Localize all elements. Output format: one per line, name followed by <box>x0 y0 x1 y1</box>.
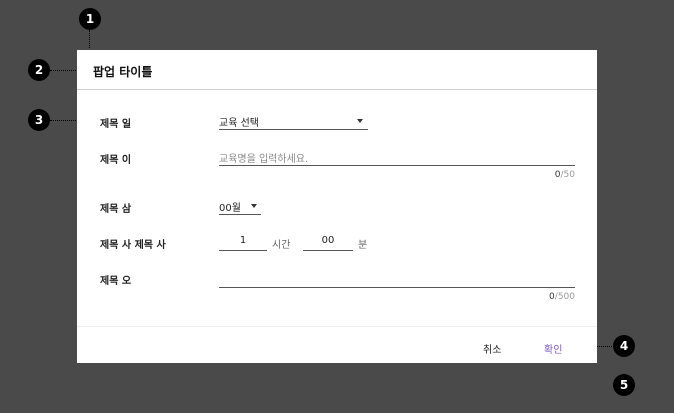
popup-title: 팝업 타이틀 <box>93 65 153 79</box>
chevron-down-icon <box>251 204 257 208</box>
popup-header: 팝업 타이틀 <box>77 50 597 90</box>
education-name-counter: 0/50 <box>517 170 575 180</box>
cancel-button[interactable]: 취소 <box>483 341 501 356</box>
annotation-marker-2: 2 <box>28 59 50 81</box>
field5-counter: 0/500 <box>507 292 575 302</box>
annotation-marker-3: 3 <box>28 109 50 131</box>
education-name-max: /50 <box>560 170 575 180</box>
annotation-marker-1: 1 <box>79 8 101 30</box>
chevron-down-icon <box>357 119 363 123</box>
minutes-value: 00 <box>321 235 335 246</box>
popup-dialog: 팝업 타이틀 제목 일 교육 선택 제목 이 교육명을 입력하세요. 0/50 … <box>77 50 597 363</box>
hours-input[interactable]: 1 <box>219 233 267 251</box>
minutes-input[interactable]: 00 <box>303 233 353 251</box>
field3-label: 제목 삼 <box>100 204 132 215</box>
field2-label: 제목 이 <box>100 155 132 166</box>
education-name-input[interactable]: 교육명을 입력하세요. <box>219 148 575 166</box>
field5-label: 제목 오 <box>100 276 132 287</box>
field5-textarea[interactable] <box>219 270 575 288</box>
education-name-placeholder: 교육명을 입력하세요. <box>219 154 309 165</box>
month-select[interactable]: 00월 <box>219 197 261 215</box>
hours-value: 1 <box>239 235 247 246</box>
minutes-unit: 분 <box>358 240 368 251</box>
annotation-marker-4: 4 <box>613 335 635 357</box>
annotation-line-1 <box>89 30 90 48</box>
field5-max: /500 <box>554 292 575 302</box>
education-select[interactable]: 교육 선택 <box>219 112 368 130</box>
education-select-value: 교육 선택 <box>219 118 259 129</box>
footer-divider <box>77 326 597 327</box>
annotation-marker-5: 5 <box>613 374 635 396</box>
confirm-button[interactable]: 확인 <box>544 341 562 356</box>
field1-label: 제목 일 <box>100 119 132 130</box>
month-select-value: 00월 <box>219 203 241 214</box>
field4-label: 제목 사 제목 사 <box>100 240 166 251</box>
hours-unit: 시간 <box>272 240 291 251</box>
